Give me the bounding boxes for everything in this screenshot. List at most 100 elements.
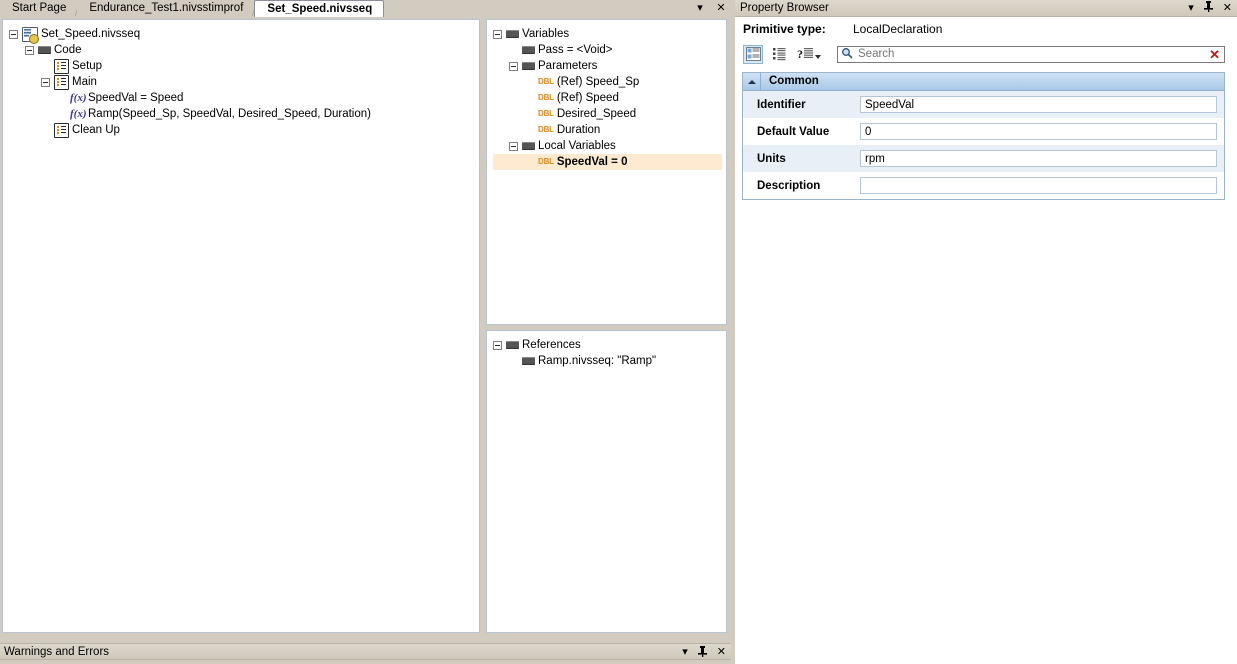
folder-icon <box>522 357 535 365</box>
clear-search-icon[interactable]: ✕ <box>1209 48 1220 61</box>
property-row-value <box>860 123 1224 140</box>
alphabetical-view-button[interactable] <box>769 45 789 64</box>
tree-expand-collapse-icon[interactable] <box>509 61 518 71</box>
warnings-and-errors-panel[interactable]: Warnings and Errors ▾ ✕ <box>0 643 731 660</box>
tree-node-label: Setup <box>72 60 103 72</box>
tree-toggle-spacer <box>41 62 50 71</box>
tree-toggle-spacer <box>525 126 534 135</box>
pin-icon-glyph <box>1203 1 1213 12</box>
property-group-header[interactable]: Common <box>743 73 1224 91</box>
tree-node-label: Code <box>54 44 82 56</box>
tree-node-label: Ramp(Speed_Sp, SpeedVal, Desired_Speed, … <box>88 108 371 120</box>
variables-tree-item-node[interactable]: Local Variables <box>493 138 722 154</box>
dbl-type-icon: DBL <box>538 109 554 118</box>
property-row-value <box>860 96 1224 113</box>
primitive-type-label: Primitive type: <box>743 22 826 36</box>
dbl-type-icon: DBL <box>538 125 554 134</box>
property-row-value <box>860 177 1224 194</box>
sequence-tree-item-node[interactable]: Clean Up <box>9 122 475 138</box>
search-input[interactable] <box>853 47 1210 61</box>
collapse-group-icon[interactable] <box>743 73 761 90</box>
function-icon: f(x) <box>70 108 87 120</box>
tree-expand-collapse-icon[interactable] <box>493 29 502 39</box>
property-group-title: Common <box>769 75 819 87</box>
tree-toggle-spacer <box>525 110 534 119</box>
references-tree-item-node[interactable]: Ramp.nivsseq: "Ramp" <box>493 353 722 369</box>
sequence-tree-item-node[interactable]: Setup <box>9 58 475 74</box>
warnings-panel-buttons: ▾ ✕ <box>682 644 726 661</box>
step-group-icon <box>54 122 69 138</box>
tree-expand-collapse-icon[interactable] <box>493 340 502 350</box>
property-search-box[interactable]: ✕ <box>837 45 1225 63</box>
sequence-tree[interactable]: Set_Speed.nivsseq Code Setup Main f(x) SpeedV… <box>3 20 479 142</box>
warnings-pin-icon[interactable] <box>697 645 707 660</box>
variables-tree-item-node[interactable]: Parameters <box>493 58 722 74</box>
tree-node-label: Pass = <Void> <box>538 44 613 56</box>
sequence-document-icon <box>22 26 39 44</box>
categorized-view-button[interactable] <box>743 44 763 64</box>
property-input-default-value[interactable] <box>860 123 1217 140</box>
variables-pane[interactable]: Variables Pass = <Void> Parameters DBL (Ref)… <box>486 19 727 325</box>
tree-node-label: Duration <box>556 124 601 136</box>
sequence-tree-item-node[interactable]: Code <box>9 42 475 58</box>
property-rows: Identifier Default Value Units Description <box>743 91 1224 199</box>
property-browser-pin-icon[interactable] <box>1203 1 1213 15</box>
property-row-value <box>860 150 1224 167</box>
tree-toggle-spacer <box>525 94 534 103</box>
variables-tree-item-node[interactable]: DBL Desired_Speed <box>493 106 722 122</box>
references-pane[interactable]: References Ramp.nivsseq: "Ramp" <box>486 330 727 633</box>
document-tab-2[interactable]: Set_Speed.nivsseq <box>254 0 385 17</box>
tree-expand-collapse-icon[interactable] <box>509 141 518 151</box>
references-tree[interactable]: References Ramp.nivsseq: "Ramp" <box>487 331 726 373</box>
sequence-tree-item-node[interactable]: Main <box>9 74 475 90</box>
property-row: Description <box>743 172 1224 199</box>
property-pages-caret-icon[interactable] <box>815 54 821 59</box>
warnings-and-errors-title: Warnings and Errors <box>4 646 110 658</box>
document-tab-label: Set_Speed.nivsseq <box>267 3 373 15</box>
document-tab-label: Endurance_Test1.nivsstimprof <box>89 2 244 14</box>
tree-toggle-spacer <box>525 158 534 167</box>
property-input-description[interactable] <box>860 177 1217 194</box>
function-icon: f(x) <box>70 92 87 104</box>
warnings-dropdown-icon[interactable]: ▾ <box>682 647 688 658</box>
sequence-tree-pane[interactable]: Set_Speed.nivsseq Code Setup Main f(x) SpeedV… <box>2 19 480 633</box>
tree-node-label: References <box>522 339 581 351</box>
property-input-units[interactable] <box>860 150 1217 167</box>
tree-toggle-spacer <box>57 110 66 119</box>
property-browser-dropdown-icon[interactable]: ▾ <box>1188 2 1194 14</box>
dbl-type-icon: DBL <box>538 157 554 166</box>
property-row: Default Value <box>743 118 1224 145</box>
close-document-icon[interactable]: ✕ <box>715 2 727 15</box>
variables-tree-item-node[interactable]: DBL (Ref) Speed_Sp <box>493 74 722 90</box>
sequence-tree-item-node[interactable]: Set_Speed.nivsseq <box>9 26 475 44</box>
variables-tree-item-node[interactable]: DBL (Ref) Speed <box>493 90 722 106</box>
tree-node-label: Desired_Speed <box>556 108 637 120</box>
tree-node-label: Variables <box>522 28 570 40</box>
property-browser: Property Browser ▾ ✕ Primitive type: Loc… <box>735 0 1237 664</box>
tab-list-dropdown-icon[interactable]: ▾ <box>694 2 706 15</box>
document-tab-1[interactable]: Endurance_Test1.nivsstimprof <box>77 0 258 17</box>
warnings-close-icon[interactable]: ✕ <box>717 647 726 658</box>
sequence-tree-item-node[interactable]: f(x) SpeedVal = Speed <box>9 90 475 106</box>
search-icon <box>841 47 853 62</box>
tree-node-label: Clean Up <box>72 124 120 136</box>
variables-tree-item-node[interactable]: Pass = <Void> <box>493 42 722 58</box>
pin-icon-glyph <box>697 645 707 657</box>
sequence-tree-item-node[interactable]: f(x) Ramp(Speed_Sp, SpeedVal, Desired_Spe… <box>9 106 475 122</box>
property-browser-close-icon[interactable]: ✕ <box>1223 2 1232 14</box>
tab-well-buttons: ▾ ✕ <box>694 1 727 16</box>
property-pages-button[interactable]: ? <box>795 45 821 64</box>
variables-tree-item-node[interactable]: DBL Duration <box>493 122 722 138</box>
document-tab-0[interactable]: Start Page <box>0 0 81 17</box>
tree-node-label: Local Variables <box>538 140 616 152</box>
tree-expand-collapse-icon[interactable] <box>9 29 18 39</box>
property-row-label: Identifier <box>757 98 806 111</box>
variables-tree-item-node[interactable]: Variables <box>493 26 722 42</box>
variables-tree[interactable]: Variables Pass = <Void> Parameters DBL (Ref)… <box>487 20 726 174</box>
references-tree-item-node[interactable]: References <box>493 337 722 353</box>
variables-tree-item-node[interactable]: DBL SpeedVal = 0 <box>493 154 722 170</box>
tree-expand-collapse-icon[interactable] <box>41 77 50 87</box>
tree-node-label: Set_Speed.nivsseq <box>41 28 141 40</box>
property-input-identifier[interactable] <box>860 96 1217 113</box>
tree-expand-collapse-icon[interactable] <box>25 45 34 55</box>
